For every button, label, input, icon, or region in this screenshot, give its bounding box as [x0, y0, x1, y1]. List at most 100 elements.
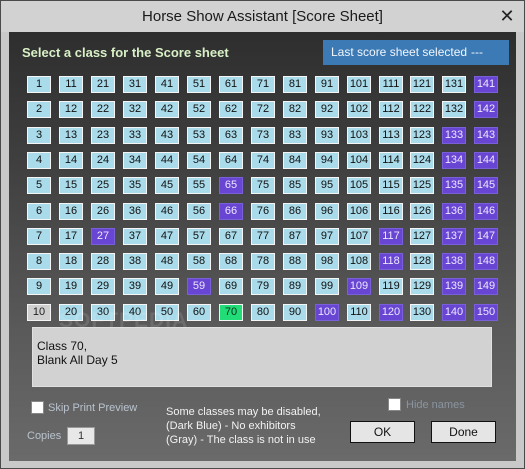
class-button-126[interactable]: 126	[410, 203, 434, 220]
class-button-19[interactable]: 19	[59, 278, 83, 295]
class-button-102[interactable]: 102	[347, 101, 371, 118]
class-button-130[interactable]: 130	[410, 304, 434, 321]
class-button-53[interactable]: 53	[187, 127, 211, 144]
class-button-135[interactable]: 135	[442, 177, 466, 194]
class-button-112[interactable]: 112	[379, 101, 403, 118]
class-button-146[interactable]: 146	[474, 203, 498, 220]
class-button-34[interactable]: 34	[123, 152, 147, 169]
class-button-118[interactable]: 118	[379, 253, 403, 270]
class-button-97[interactable]: 97	[315, 228, 339, 245]
class-button-101[interactable]: 101	[347, 76, 371, 93]
class-button-99[interactable]: 99	[315, 278, 339, 295]
class-button-68[interactable]: 68	[219, 253, 243, 270]
class-button-47[interactable]: 47	[155, 228, 179, 245]
class-button-82[interactable]: 82	[283, 101, 307, 118]
class-button-138[interactable]: 138	[442, 253, 466, 270]
class-button-140[interactable]: 140	[442, 304, 466, 321]
copies-input[interactable]: 1	[67, 427, 95, 445]
class-button-35[interactable]: 35	[123, 177, 147, 194]
class-button-10[interactable]: 10	[27, 304, 51, 321]
class-button-80[interactable]: 80	[251, 304, 275, 321]
class-button-134[interactable]: 134	[442, 152, 466, 169]
class-button-66[interactable]: 66	[219, 203, 243, 220]
class-button-143[interactable]: 143	[474, 127, 498, 144]
class-button-20[interactable]: 20	[59, 304, 83, 321]
class-button-115[interactable]: 115	[379, 177, 403, 194]
class-button-121[interactable]: 121	[410, 76, 434, 93]
class-button-107[interactable]: 107	[347, 228, 371, 245]
class-button-22[interactable]: 22	[91, 101, 115, 118]
class-button-51[interactable]: 51	[187, 76, 211, 93]
class-button-127[interactable]: 127	[410, 228, 434, 245]
class-button-88[interactable]: 88	[283, 253, 307, 270]
class-button-114[interactable]: 114	[379, 152, 403, 169]
class-button-94[interactable]: 94	[315, 152, 339, 169]
class-button-63[interactable]: 63	[219, 127, 243, 144]
class-button-128[interactable]: 128	[410, 253, 434, 270]
class-button-57[interactable]: 57	[187, 228, 211, 245]
class-button-142[interactable]: 142	[474, 101, 498, 118]
class-button-70[interactable]: 70	[219, 304, 243, 321]
class-button-108[interactable]: 108	[347, 253, 371, 270]
class-button-25[interactable]: 25	[91, 177, 115, 194]
class-button-85[interactable]: 85	[283, 177, 307, 194]
class-button-42[interactable]: 42	[155, 101, 179, 118]
class-button-16[interactable]: 16	[59, 203, 83, 220]
class-button-58[interactable]: 58	[187, 253, 211, 270]
class-button-9[interactable]: 9	[27, 278, 51, 295]
class-button-133[interactable]: 133	[442, 127, 466, 144]
class-button-116[interactable]: 116	[379, 203, 403, 220]
class-button-50[interactable]: 50	[155, 304, 179, 321]
class-button-32[interactable]: 32	[123, 101, 147, 118]
class-button-71[interactable]: 71	[251, 76, 275, 93]
class-button-113[interactable]: 113	[379, 127, 403, 144]
class-button-145[interactable]: 145	[474, 177, 498, 194]
class-button-96[interactable]: 96	[315, 203, 339, 220]
class-button-5[interactable]: 5	[27, 177, 51, 194]
class-button-11[interactable]: 11	[59, 76, 83, 93]
class-button-110[interactable]: 110	[347, 304, 371, 321]
class-button-144[interactable]: 144	[474, 152, 498, 169]
class-button-78[interactable]: 78	[251, 253, 275, 270]
skip-print-preview-checkbox[interactable]	[31, 401, 44, 414]
class-button-105[interactable]: 105	[347, 177, 371, 194]
class-button-49[interactable]: 49	[155, 278, 179, 295]
class-button-119[interactable]: 119	[379, 278, 403, 295]
class-button-15[interactable]: 15	[59, 177, 83, 194]
class-button-79[interactable]: 79	[251, 278, 275, 295]
class-button-48[interactable]: 48	[155, 253, 179, 270]
class-button-64[interactable]: 64	[219, 152, 243, 169]
class-button-55[interactable]: 55	[187, 177, 211, 194]
class-button-111[interactable]: 111	[379, 76, 403, 93]
class-button-148[interactable]: 148	[474, 253, 498, 270]
class-button-109[interactable]: 109	[347, 278, 371, 295]
class-button-38[interactable]: 38	[123, 253, 147, 270]
class-button-40[interactable]: 40	[123, 304, 147, 321]
class-button-137[interactable]: 137	[442, 228, 466, 245]
class-button-91[interactable]: 91	[315, 76, 339, 93]
class-button-2[interactable]: 2	[27, 101, 51, 118]
class-button-117[interactable]: 117	[379, 228, 403, 245]
class-button-72[interactable]: 72	[251, 101, 275, 118]
class-button-74[interactable]: 74	[251, 152, 275, 169]
class-button-87[interactable]: 87	[283, 228, 307, 245]
class-button-56[interactable]: 56	[187, 203, 211, 220]
class-button-93[interactable]: 93	[315, 127, 339, 144]
class-button-65[interactable]: 65	[219, 177, 243, 194]
class-button-26[interactable]: 26	[91, 203, 115, 220]
class-button-122[interactable]: 122	[410, 101, 434, 118]
class-button-76[interactable]: 76	[251, 203, 275, 220]
class-button-124[interactable]: 124	[410, 152, 434, 169]
class-button-129[interactable]: 129	[410, 278, 434, 295]
class-button-60[interactable]: 60	[187, 304, 211, 321]
class-button-13[interactable]: 13	[59, 127, 83, 144]
class-button-28[interactable]: 28	[91, 253, 115, 270]
class-button-17[interactable]: 17	[59, 228, 83, 245]
class-button-98[interactable]: 98	[315, 253, 339, 270]
class-button-83[interactable]: 83	[283, 127, 307, 144]
class-button-67[interactable]: 67	[219, 228, 243, 245]
class-button-12[interactable]: 12	[59, 101, 83, 118]
class-button-103[interactable]: 103	[347, 127, 371, 144]
class-button-31[interactable]: 31	[123, 76, 147, 93]
class-button-30[interactable]: 30	[91, 304, 115, 321]
